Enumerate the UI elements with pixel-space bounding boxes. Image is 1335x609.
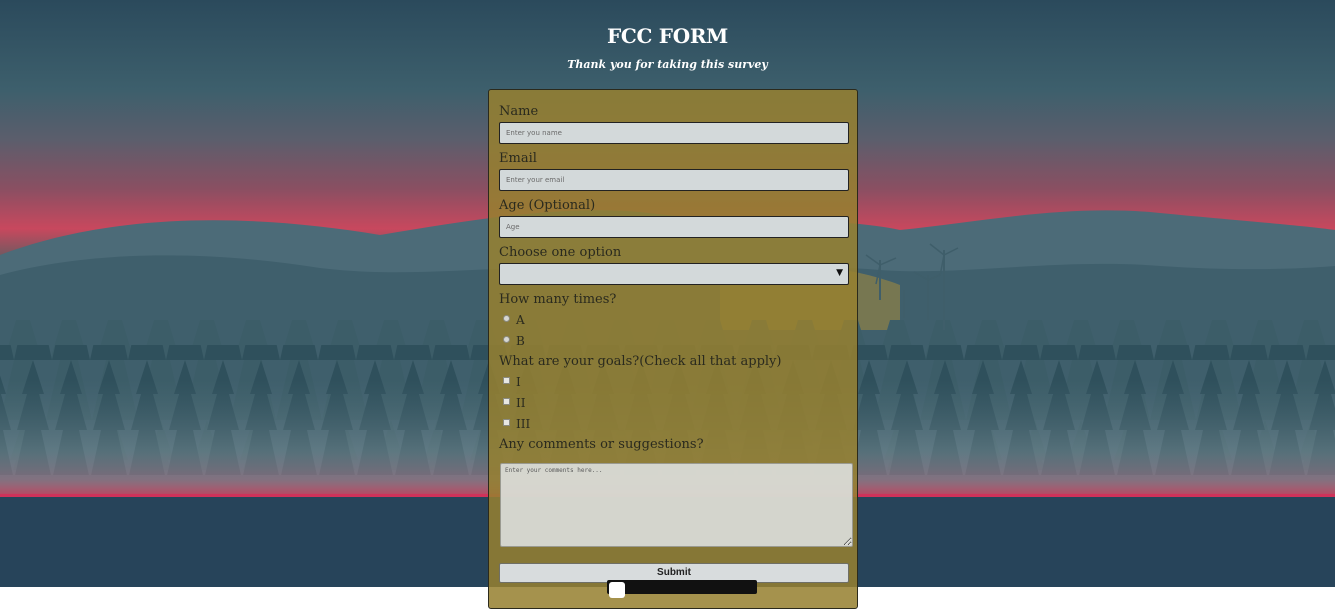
comments-textarea[interactable] (500, 463, 853, 547)
badge-icon (609, 582, 625, 598)
checkbox-option-ii[interactable]: II (503, 396, 525, 410)
goals-label: What are your goals?(Check all that appl… (499, 354, 782, 369)
radio-option-a[interactable]: A (503, 313, 525, 327)
name-label: Name (499, 104, 539, 119)
chevron-down-icon: ▼ (836, 268, 843, 278)
comments-label: Any comments or suggestions? (499, 437, 704, 452)
checkbox[interactable] (503, 398, 510, 405)
checkbox-label: III (516, 417, 531, 431)
radio-label: A (516, 313, 525, 327)
survey-form: Name Email Age (Optional) Choose one opt… (488, 89, 858, 609)
checkbox-option-i[interactable]: I (503, 375, 521, 389)
option-dropdown[interactable]: ▼ (499, 263, 849, 285)
name-input[interactable] (499, 122, 849, 144)
radio-button[interactable] (503, 336, 510, 343)
checkbox-option-iii[interactable]: III (503, 417, 530, 431)
age-input[interactable] (499, 216, 849, 238)
email-input[interactable] (499, 169, 849, 191)
page-subtitle: Thank you for taking this survey (567, 58, 768, 71)
radio-button[interactable] (503, 315, 510, 322)
radio-label: B (516, 334, 525, 348)
page-title: FCC FORM (607, 24, 728, 48)
email-label: Email (499, 151, 537, 166)
age-label: Age (Optional) (499, 198, 596, 213)
checkbox-label: I (516, 375, 521, 389)
checkbox[interactable] (503, 419, 510, 426)
checkbox-label: II (516, 396, 526, 410)
floating-badge[interactable] (607, 580, 757, 598)
checkbox[interactable] (503, 377, 510, 384)
times-label: How many times? (499, 292, 617, 307)
dropdown-label: Choose one option (499, 245, 622, 260)
page-header: FCC FORM Thank you for taking this surve… (0, 0, 1335, 71)
radio-option-b[interactable]: B (503, 334, 525, 348)
